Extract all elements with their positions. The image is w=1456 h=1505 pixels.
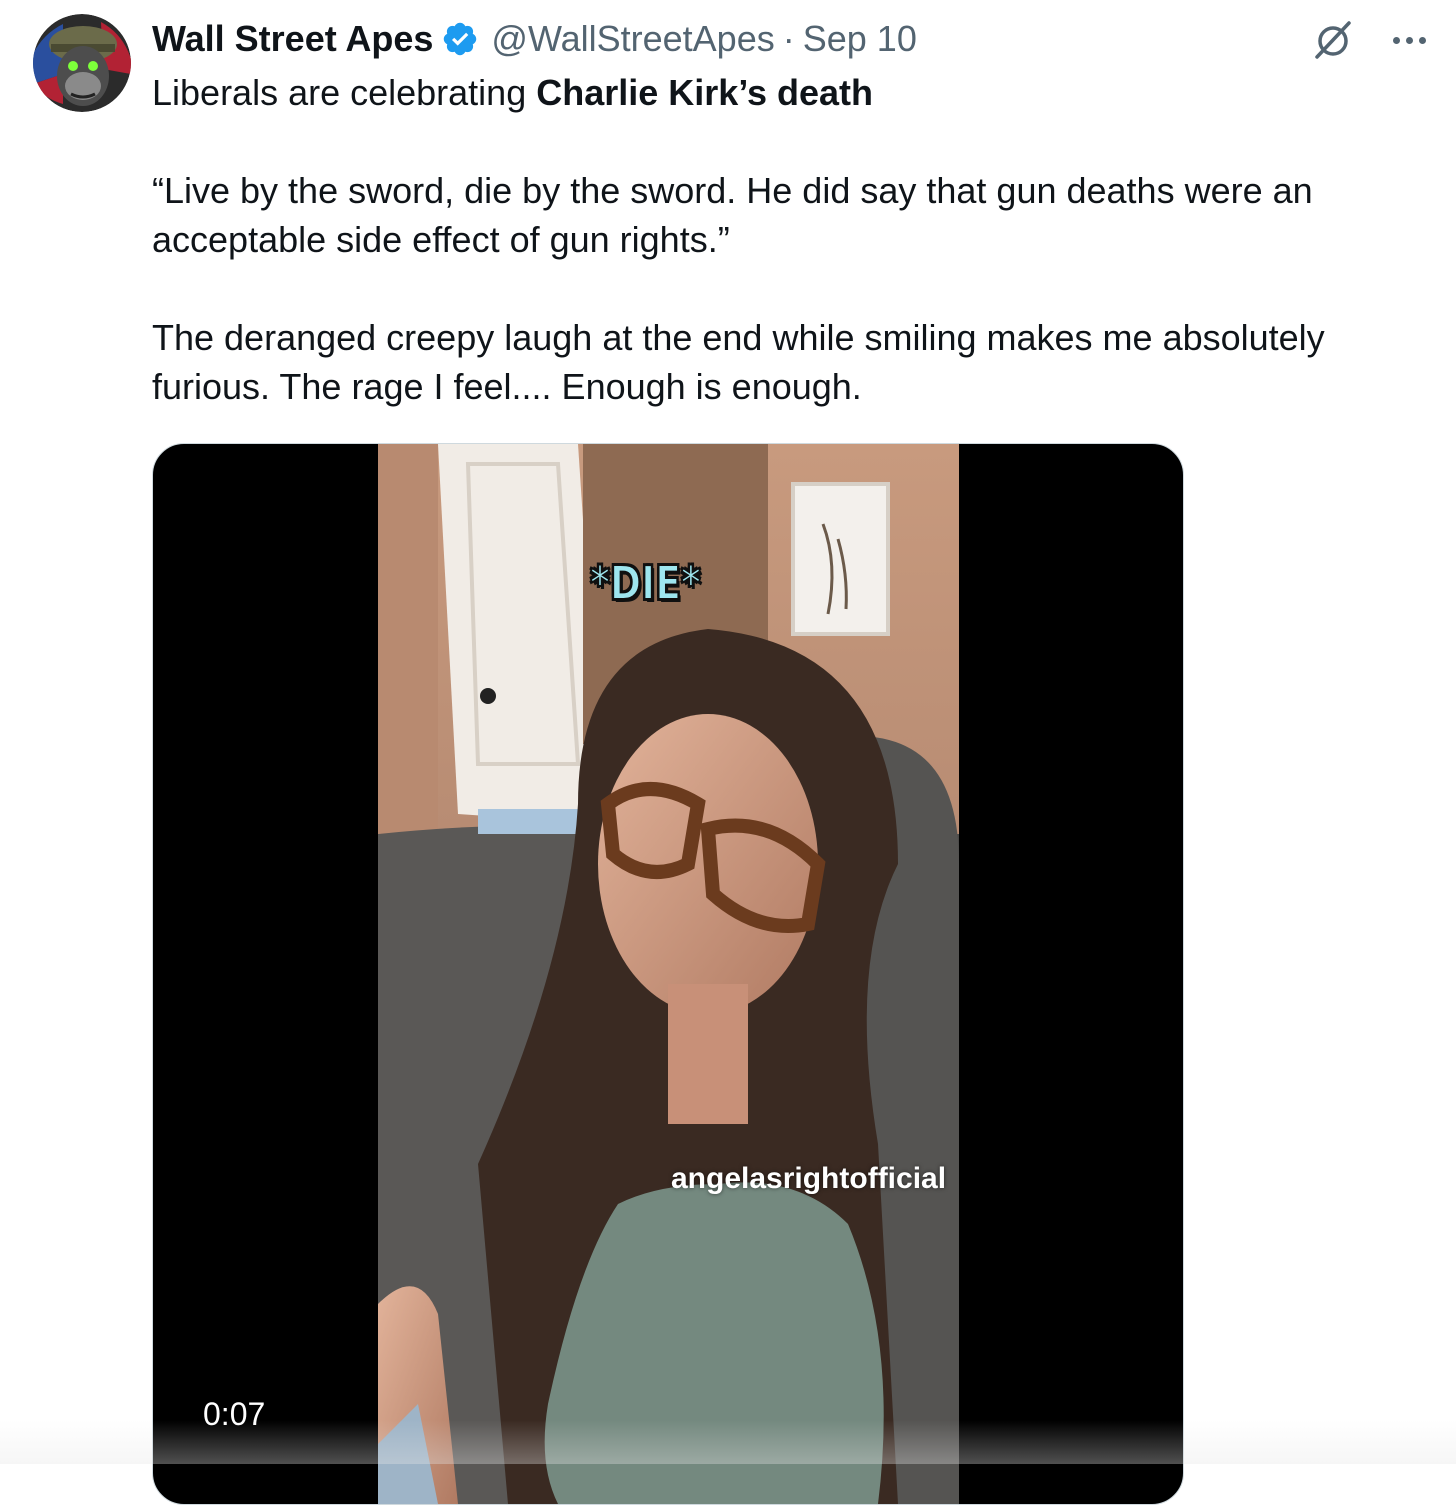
tweet-header: Wall Street Apes @WallStreetApes · Sep 1… (152, 14, 917, 64)
tweet-text: Liberals are celebrating Charlie Kirk’s … (152, 68, 1422, 411)
grok-icon[interactable] (1311, 18, 1355, 62)
video-frame[interactable] (378, 444, 959, 1504)
video-player[interactable]: *DIE* angelasrightofficial 0:07 (152, 443, 1184, 1505)
header-separator: · (782, 18, 795, 59)
tweet-date[interactable]: Sep 10 (803, 18, 917, 60)
tweet-text-bold: Charlie Kirk’s death (536, 72, 874, 113)
display-name[interactable]: Wall Street Apes (152, 18, 433, 60)
tweet-actions (1311, 18, 1426, 62)
tweet-text-quote: “Live by the sword, die by the sword. He… (152, 170, 1313, 260)
gorilla-soldier-avatar (33, 14, 131, 112)
video-duration: 0:07 (203, 1396, 266, 1433)
verified-badge-icon[interactable] (441, 20, 479, 58)
author-avatar[interactable] (33, 14, 131, 112)
author-handle[interactable]: @WallStreetApes (491, 18, 774, 60)
more-dots-icon[interactable] (1393, 36, 1426, 44)
tweet-text-prefix: Liberals are celebrating (152, 72, 537, 113)
tweet-text-comment: The deranged creepy laugh at the end whi… (152, 317, 1325, 407)
video-watermark: angelasrightofficial (671, 1162, 947, 1195)
tweet-text-line1: Liberals are celebrating Charlie Kirk’s … (152, 68, 1422, 117)
